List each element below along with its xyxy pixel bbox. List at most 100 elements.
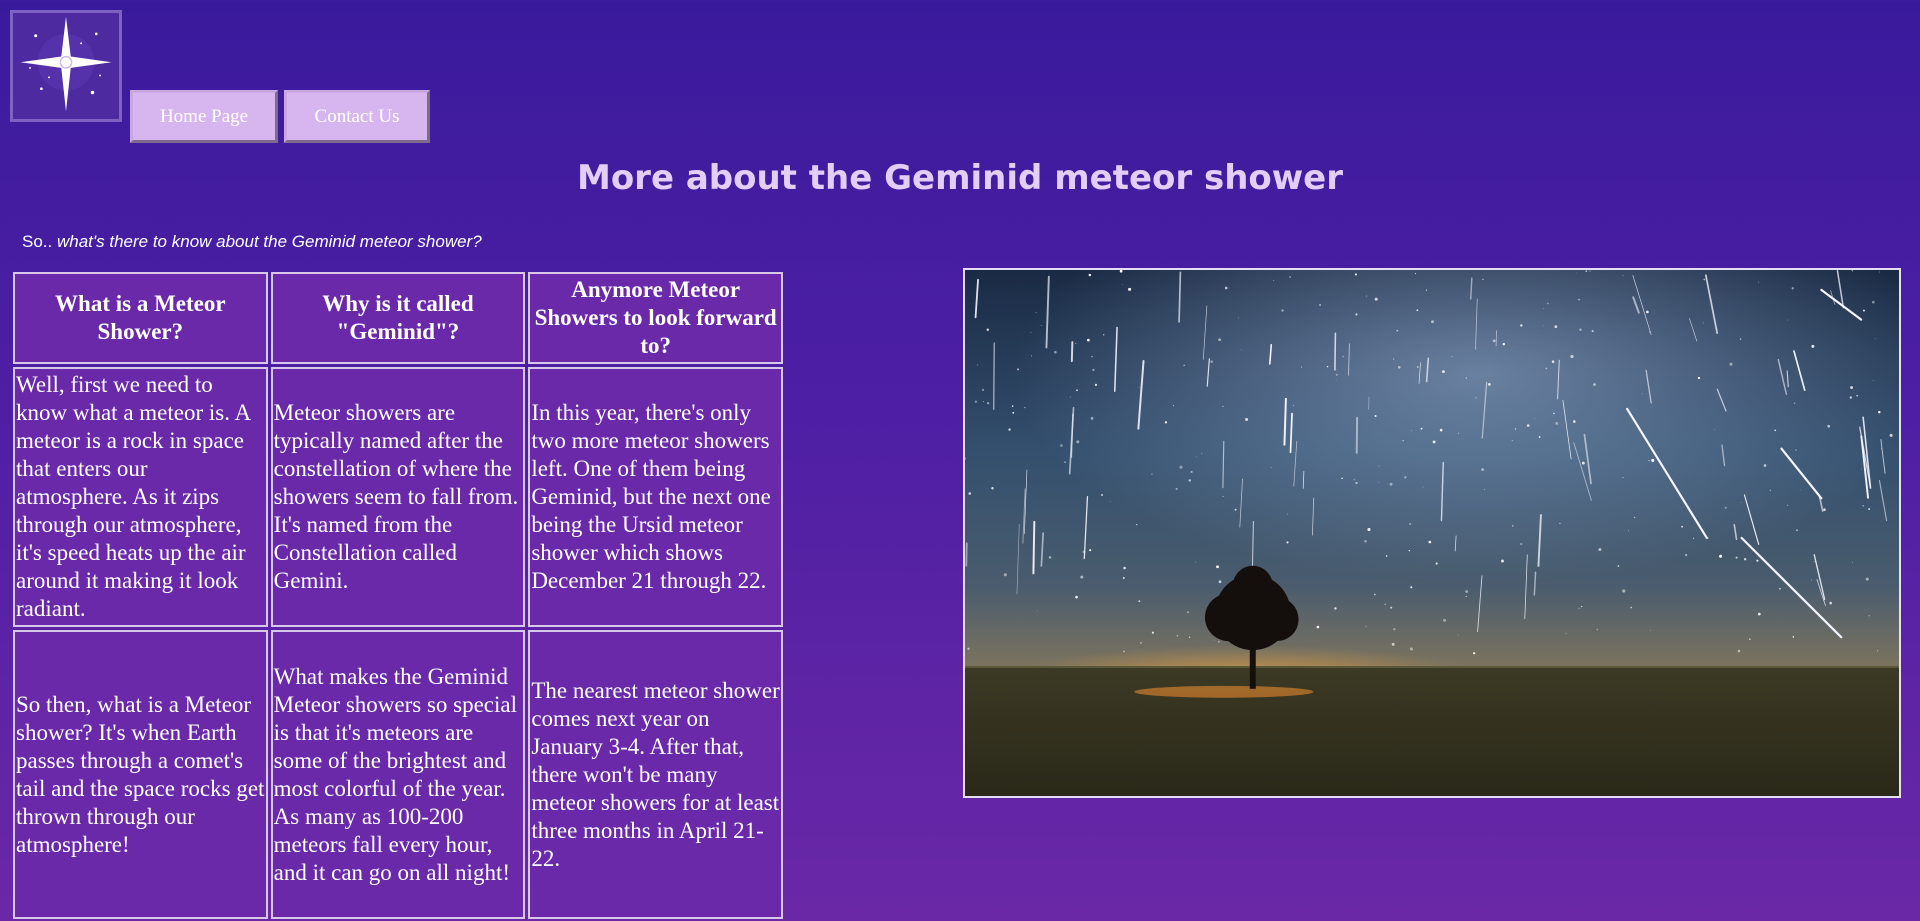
star [1218,580,1222,584]
star [1402,439,1405,442]
star [1188,479,1191,482]
star [1465,595,1467,598]
star [1889,433,1893,437]
star [1140,642,1142,644]
star [1075,595,1078,599]
star [1281,309,1284,312]
star [1622,589,1626,593]
table-cell: In this year, there's only two more mete… [528,367,783,627]
home-page-button[interactable]: Home Page [130,90,278,143]
star [1850,386,1854,389]
star [1874,338,1876,340]
star [1465,590,1469,593]
star [1724,506,1727,509]
contact-us-button[interactable]: Contact Us [284,90,430,143]
star [1575,272,1577,274]
star [1374,414,1377,417]
star [1693,537,1695,539]
star [1187,611,1189,614]
star [1484,489,1486,490]
star [1164,421,1168,424]
star [1553,412,1555,415]
star [1758,281,1759,283]
star [1457,634,1459,636]
star [1729,362,1733,366]
star [1040,325,1042,327]
star [1342,355,1344,358]
star [1435,562,1438,565]
star [1860,468,1862,470]
star [1201,453,1203,454]
star [982,401,984,403]
star [1123,650,1125,653]
header-what-is-meteor-shower: What is a Meteor Shower? [13,272,268,364]
table-header-row: What is a Meteor Shower? Why is it calle… [13,272,783,364]
star [1851,270,1854,272]
star [1511,524,1514,527]
star [1089,549,1092,552]
star [1053,350,1057,354]
star [1069,396,1071,398]
star [1579,328,1582,331]
star [1573,420,1576,423]
star [1641,393,1643,395]
star [1389,482,1393,486]
table-row: So then, what is a Meteor shower? It's w… [13,630,783,919]
star [1465,377,1468,379]
star [1210,360,1213,363]
meteor-streak [992,342,995,410]
star [1425,289,1428,291]
star [1457,432,1459,434]
star [1739,338,1742,340]
star [1737,649,1741,653]
star [1823,508,1826,511]
star [1868,615,1870,617]
star [1475,397,1477,399]
star [1633,516,1636,519]
table-cell: Meteor showers are typically named after… [270,367,526,627]
star [1075,342,1077,345]
header-why-geminid: Why is it called "Geminid"? [270,272,526,364]
star [1714,429,1716,430]
star [1492,339,1496,343]
star [1878,271,1880,273]
star [1482,278,1484,281]
star [1865,577,1869,581]
star [1769,489,1772,492]
star [1293,405,1294,406]
star [1596,629,1598,631]
star [1355,313,1358,316]
star [1138,387,1140,389]
star [1378,482,1380,484]
star [1488,382,1491,386]
star [1646,310,1649,314]
star [1404,476,1407,479]
star [1849,396,1853,399]
star [1543,308,1545,309]
star [1378,465,1380,467]
star [1138,600,1141,603]
star [1481,468,1484,471]
star [1393,358,1395,360]
star [1064,461,1066,463]
star [1012,411,1015,414]
star [1811,344,1815,348]
star [1501,559,1504,563]
star [1213,639,1215,641]
star [977,364,979,366]
star [1183,364,1185,367]
star [1593,383,1596,386]
star [1190,470,1193,473]
star [1080,575,1084,579]
star [1365,625,1367,627]
star [1035,311,1037,313]
star [1122,284,1123,285]
star [1554,325,1558,329]
star [1076,440,1080,444]
meteor-streak [1032,520,1036,575]
star [1451,356,1453,357]
star [1520,542,1523,546]
star [1218,640,1220,643]
star [1011,405,1014,407]
star [1179,465,1183,469]
